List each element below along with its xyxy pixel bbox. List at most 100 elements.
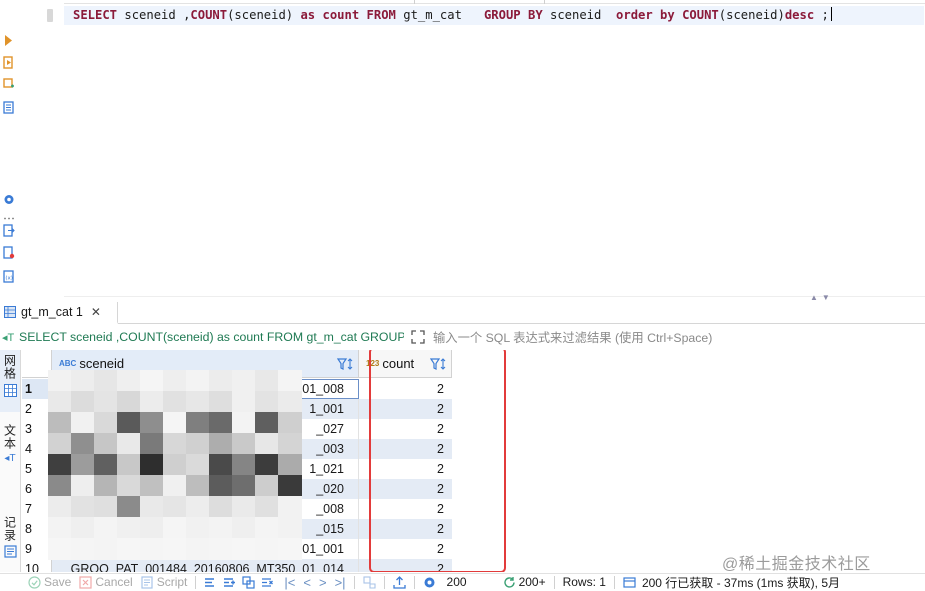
tab-record-view[interactable]: 记录	[0, 516, 20, 572]
sql-filter-icon: ◂T	[2, 331, 15, 344]
sql-identifier	[675, 8, 682, 22]
check-icon	[28, 575, 41, 589]
filter-query-text: SELECT sceneid ,COUNT(sceneid) as count …	[19, 330, 404, 344]
explain-plan-icon[interactable]	[3, 101, 15, 114]
redaction-tile	[255, 454, 279, 476]
sql-keyword: order by	[616, 8, 675, 22]
sql-identifier	[359, 8, 366, 22]
result-grid[interactable]: ABC sceneid 123 count 1 01_008 2 2 1_001 2 3 _0…	[22, 350, 925, 572]
sql-text: SELECT sceneid ,COUNT(sceneid) as count …	[73, 8, 829, 22]
redaction-tile	[71, 517, 95, 539]
redaction-tile	[232, 391, 256, 413]
cancel-button[interactable]: Cancel	[79, 575, 133, 589]
redaction-tile	[278, 391, 302, 413]
execute-script-icon[interactable]	[3, 56, 15, 69]
redaction-tile	[232, 370, 256, 392]
prev-page-button[interactable]: <	[303, 575, 311, 590]
redaction-tile	[186, 391, 210, 413]
highlight-box	[369, 350, 506, 572]
filter-input[interactable]: 输入一个 SQL 表达式来过滤结果 (使用 Ctrl+Space)	[433, 328, 712, 346]
redaction-tile	[48, 433, 72, 455]
script-button[interactable]: Script	[141, 575, 188, 589]
redaction-tile	[117, 433, 141, 455]
redaction-tile	[186, 412, 210, 434]
redaction-tile	[209, 370, 233, 392]
tab-grid-view[interactable]: 网格	[0, 350, 20, 412]
tab-result-1[interactable]: gt_m_cat 1 ✕	[0, 302, 118, 324]
redaction-tile	[94, 454, 118, 476]
close-icon[interactable]: ✕	[91, 305, 101, 319]
settings-gear-icon[interactable]	[3, 193, 15, 206]
sql-keyword: count	[322, 8, 360, 22]
redaction-tile	[232, 454, 256, 476]
execution-summary: 200 行已获取 - 37ms (1ms 获取), 5月	[623, 574, 840, 591]
redaction-tile	[71, 454, 95, 476]
redaction-tile	[278, 496, 302, 518]
sql-identifier: (sceneid)	[718, 8, 785, 22]
redaction-tile	[163, 454, 187, 476]
fetch-more-button[interactable]: 200+	[503, 575, 546, 589]
sql-identifier: (sceneid)	[227, 8, 301, 22]
fetch-more-label: 200+	[518, 575, 546, 589]
sql-identifier: sceneid	[542, 8, 617, 22]
script-label: Script	[156, 575, 188, 589]
redaction-tile	[71, 391, 95, 413]
panels-icon[interactable]	[362, 575, 376, 589]
redaction-tile	[163, 475, 187, 497]
copy-row-icon[interactable]	[242, 575, 256, 589]
first-page-button[interactable]: |<	[284, 575, 295, 590]
execute-statement-icon[interactable]	[3, 34, 15, 47]
redaction-tile	[48, 454, 72, 476]
redaction-tile	[140, 454, 164, 476]
redaction-tile	[48, 538, 72, 560]
redaction-tile	[163, 496, 187, 518]
redaction-tile	[278, 370, 302, 392]
editor-tab-strip	[64, 0, 925, 4]
sql-statement-line[interactable]: SELECT sceneid ,COUNT(sceneid) as count …	[64, 6, 924, 25]
redaction-tile	[71, 496, 95, 518]
redaction-tile	[71, 412, 95, 434]
redaction-tile	[255, 391, 279, 413]
fetch-size-control[interactable]: 200	[423, 575, 467, 589]
redaction-tile	[255, 496, 279, 518]
redaction-tile	[186, 433, 210, 455]
sql-keyword: SELECT	[73, 8, 118, 22]
status-bar: Save Cancel Script |< < > >| 200 200+ Ro…	[0, 573, 925, 590]
divider	[413, 575, 415, 589]
variables-icon[interactable]: (x)	[3, 270, 15, 283]
redaction-tile	[117, 538, 141, 560]
string-type-icon: ABC	[59, 359, 77, 368]
redaction-tile	[278, 475, 302, 497]
redaction-tile	[140, 538, 164, 560]
redaction-tile	[71, 475, 95, 497]
add-row-icon[interactable]	[223, 576, 236, 589]
save-button[interactable]: Save	[28, 575, 71, 589]
redaction-tile	[209, 454, 233, 476]
expand-icon[interactable]	[410, 329, 426, 345]
sql-identifier: gt_m_cat	[395, 8, 484, 22]
load-file-icon[interactable]	[3, 246, 15, 259]
next-page-button[interactable]: >	[319, 575, 327, 590]
export-data-icon[interactable]	[392, 575, 406, 589]
redaction-tile	[278, 517, 302, 539]
redaction-tile	[209, 496, 233, 518]
sql-editor[interactable]: (x) SELECT sceneid ,COUNT(sceneid) as co…	[0, 0, 925, 302]
sql-identifier	[315, 8, 322, 22]
divider	[613, 575, 615, 589]
redaction-tile	[255, 475, 279, 497]
delete-row-icon[interactable]	[261, 576, 274, 589]
redaction-tile	[255, 433, 279, 455]
edit-row-icon[interactable]	[204, 576, 217, 589]
tab-text-view[interactable]: 文本 ◂T	[0, 424, 20, 482]
last-page-button[interactable]: >|	[335, 575, 346, 590]
redaction-tile	[117, 517, 141, 539]
redaction-tile	[163, 412, 187, 434]
view-mode-panel: 网格 文本 ◂T 记录	[0, 350, 21, 572]
redaction-tile	[232, 412, 256, 434]
export-icon[interactable]	[3, 224, 15, 237]
filter-sort-icon[interactable]	[337, 357, 354, 371]
redaction-tile	[117, 496, 141, 518]
record-view-icon	[3, 545, 17, 558]
execute-new-tab-icon[interactable]	[3, 78, 15, 91]
panel-collapse-arrows[interactable]: ▲▼	[810, 293, 834, 302]
